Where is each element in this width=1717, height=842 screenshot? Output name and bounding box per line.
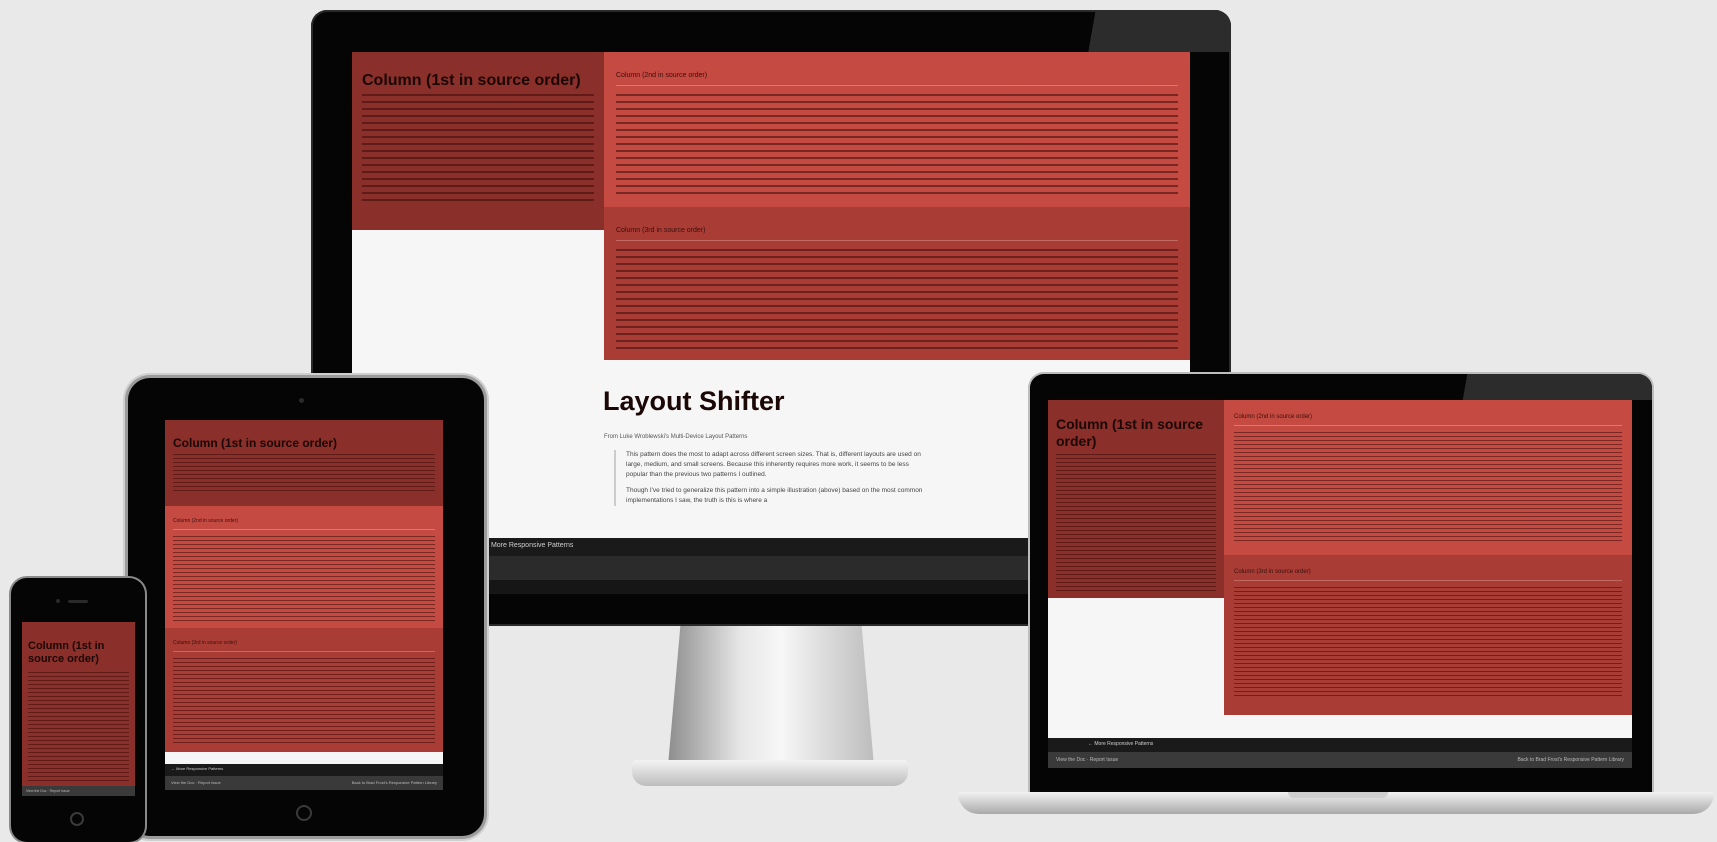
desktop-stand-neck bbox=[668, 626, 874, 766]
laptop-column-3-text bbox=[1234, 587, 1622, 699]
tablet-home-button[interactable] bbox=[296, 805, 312, 821]
desktop-column-3-text bbox=[616, 249, 1178, 349]
laptop-column-2: Column (2nd in source order) bbox=[1224, 400, 1632, 555]
desktop-column-1-text bbox=[362, 94, 594, 206]
desktop-column-2: Column (2nd in source order) bbox=[604, 52, 1190, 207]
phone-camera-icon bbox=[56, 599, 60, 603]
tablet-column-2: Column (2nd in source order) bbox=[165, 506, 443, 628]
desktop-column-3-title: Column (3rd in source order) bbox=[616, 227, 706, 234]
page-heading: Layout Shifter bbox=[603, 386, 785, 416]
tablet-column-2-text bbox=[173, 536, 435, 624]
desktop-column-1-title: Column (1st in source order) bbox=[362, 72, 581, 89]
laptop-footer-bar: View the Doc · Report Issue Back to Brad… bbox=[1048, 752, 1632, 768]
laptop-column-2-text bbox=[1234, 432, 1622, 544]
desktop-stand-base bbox=[632, 760, 908, 786]
laptop-footer-left[interactable]: View the Doc · Report Issue bbox=[1056, 757, 1118, 763]
tablet-column-1: Column (1st in source order) bbox=[165, 420, 443, 506]
tablet-column-3-text bbox=[173, 658, 435, 746]
tablet-column-1-title: Column (1st in source order) bbox=[173, 436, 338, 450]
tablet-column-3-title: Column (3rd in source order) bbox=[173, 640, 237, 646]
desktop-column-3: Column (3rd in source order) bbox=[604, 207, 1190, 360]
phone-footer-left[interactable]: View the Doc · Report Issue bbox=[26, 789, 70, 793]
phone-speaker bbox=[68, 600, 88, 603]
tablet-column-3: Column (3rd in source order) bbox=[165, 628, 443, 752]
phone-column-1: Column (1st in source order) bbox=[22, 622, 135, 786]
desktop-column-2-title: Column (2nd in source order) bbox=[616, 72, 708, 79]
laptop-footer-right[interactable]: Back to Brad Frost's Responsive Pattern … bbox=[1517, 757, 1624, 763]
phone-home-button[interactable] bbox=[70, 812, 84, 826]
tablet-footer-bar: View the Doc · Report Issue Back to Brad… bbox=[165, 776, 443, 790]
intro-paragraph-1: This pattern does the most to adapt acro… bbox=[626, 451, 921, 478]
tablet-footer-right[interactable]: Back to Brad Frost's Responsive Pattern … bbox=[352, 780, 437, 785]
phone-footer-bar: View the Doc · Report Issue bbox=[22, 786, 135, 796]
tablet-column-1-text bbox=[173, 454, 435, 494]
tablet-nav-label[interactable]: ← More Responsive Patterns bbox=[171, 766, 223, 771]
laptop-screen: Column (1st in source order) Column (2nd… bbox=[1048, 400, 1632, 768]
tablet-nav-bar[interactable]: ← More Responsive Patterns bbox=[165, 764, 443, 776]
desktop-glare bbox=[1060, 10, 1231, 52]
tablet-screen: Column (1st in source order) Column (2nd… bbox=[165, 420, 443, 790]
laptop-column-1-title: Column (1st in source order) bbox=[1056, 416, 1204, 449]
laptop-nav-label[interactable]: ← More Responsive Patterns bbox=[1088, 741, 1153, 747]
phone-column-1-text bbox=[28, 672, 129, 782]
intro-paragraph-2: Though I've tried to generalize this pat… bbox=[626, 487, 923, 504]
desktop-column-2-text bbox=[616, 94, 1178, 194]
laptop-column-2-title: Column (2nd in source order) bbox=[1234, 414, 1313, 420]
desktop-column-1: Column (1st in source order) bbox=[352, 52, 604, 230]
laptop-notch bbox=[1288, 792, 1388, 798]
tablet-camera-icon bbox=[299, 398, 304, 403]
page-subtitle: From Luke Wroblewski's Multi-Device Layo… bbox=[604, 434, 748, 440]
laptop-column-1-text bbox=[1056, 454, 1216, 594]
tablet-column-2-title: Column (2nd in source order) bbox=[173, 518, 239, 524]
laptop-column-3: Column (3rd in source order) bbox=[1224, 555, 1632, 715]
phone-column-1-title: Column (1st in source order) bbox=[28, 640, 105, 665]
laptop-glare bbox=[1420, 374, 1652, 400]
laptop-nav-bar[interactable]: ← More Responsive Patterns bbox=[1048, 738, 1632, 752]
desktop-nav-label[interactable]: ← More Responsive Patterns bbox=[482, 542, 573, 549]
laptop-column-3-title: Column (3rd in source order) bbox=[1234, 569, 1311, 575]
laptop-column-1: Column (1st in source order) bbox=[1048, 400, 1224, 598]
intro-quote: This pattern does the most to adapt acro… bbox=[614, 450, 926, 506]
tablet-footer-left[interactable]: View the Doc · Report Issue bbox=[171, 780, 221, 785]
phone-screen: Column (1st in source order) View the Do… bbox=[22, 622, 135, 796]
